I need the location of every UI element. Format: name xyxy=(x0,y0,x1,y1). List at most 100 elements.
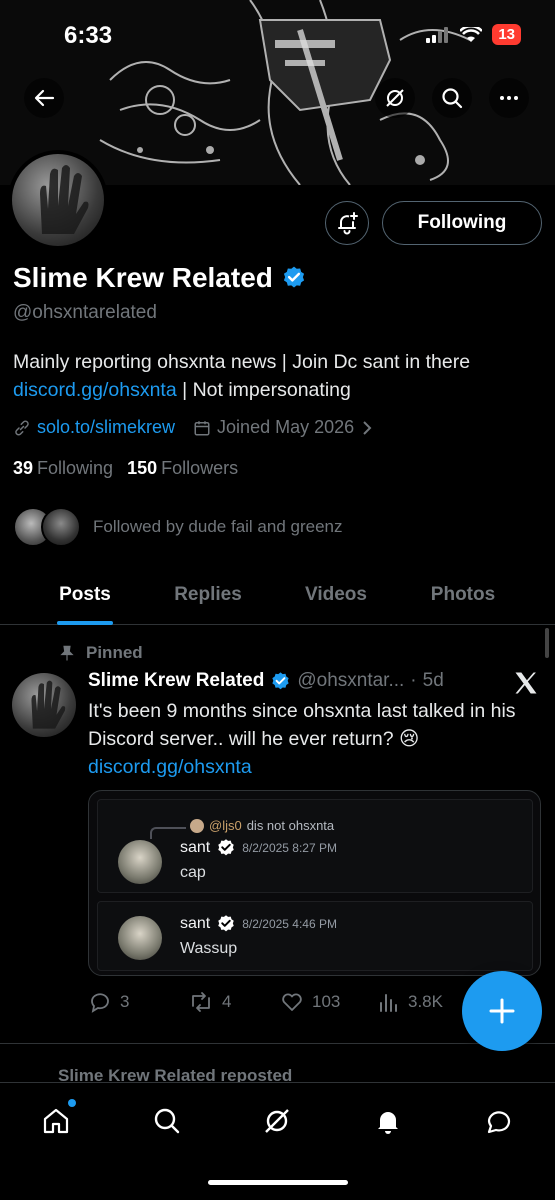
repost-peek-text: Slime Krew Related reposted xyxy=(58,1066,293,1082)
reply-avatar xyxy=(190,818,204,833)
views-button[interactable]: 3.8K xyxy=(378,991,443,1013)
search-icon xyxy=(154,1108,180,1134)
website-link[interactable]: solo.to/slimekrew xyxy=(37,417,175,438)
post-media-image[interactable]: @ljs0 dis not ohsxnta sant 8/2/2025 8:27… xyxy=(88,790,541,976)
pinned-indicator: Pinned xyxy=(58,643,143,663)
pin-icon xyxy=(60,645,74,661)
followed-by-row[interactable]: Followed by dude fail and greenz xyxy=(13,507,343,547)
profile-avatar[interactable] xyxy=(8,150,108,250)
like-count: 103 xyxy=(312,992,341,1011)
more-button[interactable] xyxy=(489,78,529,118)
discord-badge-icon xyxy=(218,839,234,856)
bell-plus-icon xyxy=(338,212,358,235)
post-header: Slime Krew Related @ohsxntar... · 5d xyxy=(88,670,444,692)
post-divider xyxy=(0,1043,555,1044)
message-text: Wassup xyxy=(180,940,238,957)
profile-tabs: Posts Replies Videos Photos xyxy=(0,565,555,625)
wifi-icon xyxy=(460,26,483,42)
nav-explore[interactable] xyxy=(145,1099,189,1143)
profile-meta: solo.to/slimekrew Joined May 2026 xyxy=(13,417,374,438)
message-avatar xyxy=(118,840,162,884)
status-time: 6:33 xyxy=(64,22,113,49)
repost-count: 4 xyxy=(222,992,232,1011)
tab-posts[interactable]: Posts xyxy=(0,565,170,625)
followed-by-text: Followed by dude fail and greenz xyxy=(93,517,343,536)
following-count-link[interactable]: 39 Following xyxy=(13,458,113,479)
more-dots-icon xyxy=(500,96,518,100)
message-avatar xyxy=(118,916,162,960)
followers-count-link[interactable]: 150 Followers xyxy=(127,458,238,479)
message-user: sant xyxy=(180,915,211,932)
post-separator: · xyxy=(410,670,417,691)
notifications-subscribe-button[interactable] xyxy=(325,201,369,245)
post-author-name[interactable]: Slime Krew Related xyxy=(88,670,264,692)
grok-icon xyxy=(265,1109,289,1133)
verified-badge-icon[interactable] xyxy=(281,265,307,291)
post-author-avatar[interactable] xyxy=(12,673,76,737)
nav-notifications[interactable] xyxy=(366,1099,410,1143)
avatar-hand-image xyxy=(31,680,66,729)
bio-suffix: | Not impersonating xyxy=(176,379,351,401)
message-user: sant xyxy=(180,839,211,856)
avatar-hand-image xyxy=(40,165,89,234)
message-time: 8/2/2025 4:46 PM xyxy=(242,917,337,931)
post-age: 5d xyxy=(422,670,444,691)
nav-home[interactable] xyxy=(34,1099,78,1143)
verified-badge-icon xyxy=(272,671,289,689)
profile-handle: @ohsxntarelated xyxy=(13,302,157,323)
bell-icon xyxy=(378,1112,398,1134)
link-icon xyxy=(15,419,29,436)
followers-label: Followers xyxy=(161,458,239,478)
discord-message: @ljs0 dis not ohsxnta sant 8/2/2025 8:27… xyxy=(97,799,533,893)
repost-icon xyxy=(192,992,210,1012)
home-icon xyxy=(43,1108,69,1134)
grok-button[interactable] xyxy=(375,78,415,118)
nav-messages[interactable] xyxy=(477,1099,521,1143)
discord-badge-icon xyxy=(218,915,234,932)
follower-avatar xyxy=(41,507,81,547)
post-link[interactable]: discord.gg/ohsxnta xyxy=(88,756,252,778)
reply-user: @ljs0 xyxy=(209,818,242,833)
pinned-label: Pinned xyxy=(86,643,143,662)
bio-text: Mainly reporting ohsxnta news | Join Dc … xyxy=(13,351,471,373)
chat-bubble-icon xyxy=(487,1111,511,1134)
message-time: 8/2/2025 8:27 PM xyxy=(242,841,337,855)
grok-icon xyxy=(386,89,404,107)
post-author-handle[interactable]: @ohsxntar... xyxy=(297,670,404,692)
post-body[interactable]: It's been 9 months since ohsxnta last ta… xyxy=(88,697,538,781)
followers-count: 150 xyxy=(127,458,158,478)
message-text: cap xyxy=(180,864,206,881)
profile-name: Slime Krew Related xyxy=(13,262,273,293)
repost-button[interactable]: 4 xyxy=(188,990,231,1014)
calendar-icon xyxy=(194,420,210,435)
tab-replies[interactable]: Replies xyxy=(170,565,246,625)
reply-button[interactable]: 3 xyxy=(88,990,129,1014)
views-count: 3.8K xyxy=(408,992,443,1011)
views-chart-icon xyxy=(380,994,397,1012)
message-header: sant 8/2/2025 8:27 PM xyxy=(180,838,337,858)
nav-grok[interactable] xyxy=(255,1099,299,1143)
search-icon xyxy=(442,88,463,109)
reply-reference: @ljs0 dis not ohsxnta xyxy=(190,818,334,833)
home-indicator[interactable] xyxy=(208,1180,348,1185)
like-button[interactable]: 103 xyxy=(280,990,340,1014)
chevron-right-icon[interactable] xyxy=(360,420,374,436)
unread-dot xyxy=(68,1099,76,1107)
tab-videos[interactable]: Videos xyxy=(246,565,426,625)
following-count: 39 xyxy=(13,458,34,478)
scrollbar[interactable] xyxy=(545,628,549,658)
following-label: Following xyxy=(37,458,114,478)
back-button[interactable] xyxy=(24,78,64,118)
profile-bio: Mainly reporting ohsxnta news | Join Dc … xyxy=(13,348,543,404)
compose-button[interactable] xyxy=(462,971,542,1051)
back-arrow-icon xyxy=(34,89,55,107)
reply-count: 3 xyxy=(120,992,130,1011)
search-button[interactable] xyxy=(432,78,472,118)
reply-icon xyxy=(91,993,109,1013)
bio-link[interactable]: discord.gg/ohsxnta xyxy=(13,379,177,401)
message-header: sant 8/2/2025 4:46 PM xyxy=(180,914,337,934)
discord-message: sant 8/2/2025 4:46 PM Wassup xyxy=(97,901,533,971)
following-button[interactable]: Following xyxy=(382,201,542,245)
tab-photos[interactable]: Photos xyxy=(426,565,500,625)
status-bar: 6:33 13 xyxy=(0,0,555,70)
